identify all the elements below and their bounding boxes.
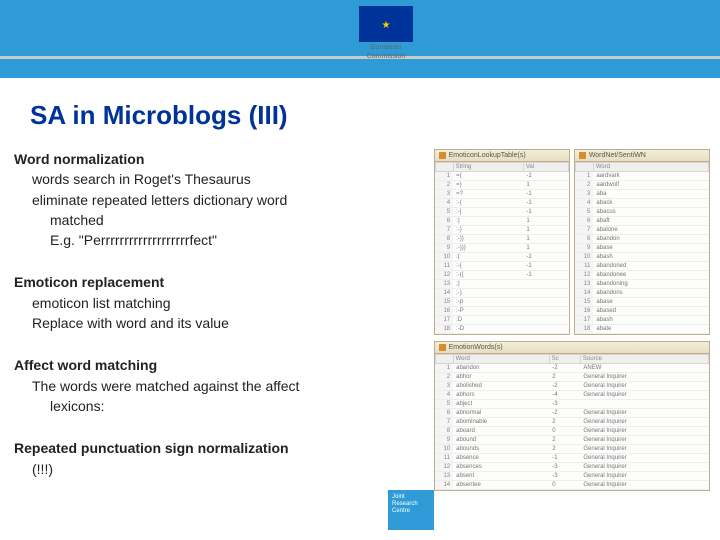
emotion-table: WordScSource1abandon-2ANEW2abhor2General…	[435, 354, 709, 490]
body-line: Replace with word and its value	[14, 313, 420, 333]
table-row: 11:-(-1	[435, 262, 568, 271]
panel-title-text: EmotionWords(s)	[449, 344, 503, 351]
table-row: 13abandoning	[575, 280, 708, 289]
org-name-line2: Commission	[346, 53, 426, 60]
table-row: 7:-)1	[435, 226, 568, 235]
table-row: 6abaft	[575, 217, 708, 226]
table-row: 8aboard0General Inquirer	[435, 427, 708, 436]
slide-title: SA in Microblogs (III)	[30, 100, 720, 131]
panel-title-text: EmoticonLookupTable(s)	[449, 152, 526, 159]
panel-title-emoticon: EmoticonLookupTable(s)	[435, 150, 569, 162]
table-row: 9:-)))1	[435, 244, 568, 253]
table-row: 4aback	[575, 199, 708, 208]
table-row: 11abandoned	[575, 262, 708, 271]
col-header: Word	[453, 355, 549, 364]
col-header: Word	[593, 163, 708, 172]
table-row: 15:-p	[435, 298, 568, 307]
table-row: 16:-P	[435, 307, 568, 316]
body-line: eliminate repeated letters dictionary wo…	[14, 190, 420, 210]
section-heading: Word normalization	[14, 149, 420, 169]
content-area: Word normalizationwords search in Roget'…	[0, 149, 720, 501]
table-row: 2=)1	[435, 181, 568, 190]
table-row: 10abounds2General Inquirer	[435, 445, 708, 454]
table-row: 5:-|-1	[435, 208, 568, 217]
table-row: 7abominable2General Inquirer	[435, 418, 708, 427]
emoticon-table: StringVal1=(-12=)13=?-14:-(-15:-|-16:)17…	[435, 162, 569, 334]
table-row: 3aba	[575, 190, 708, 199]
text-column: Word normalizationwords search in Roget'…	[14, 149, 420, 501]
body-line: words search in Roget's Thesaurus	[14, 169, 420, 189]
col-header: Val	[523, 163, 568, 172]
table-row: 14abandons	[575, 289, 708, 298]
col-header: Sc	[549, 355, 580, 364]
table-row: 3abolished-2General Inquirer	[435, 382, 708, 391]
table-row: 3=?-1	[435, 190, 568, 199]
table-row: 1=(-1	[435, 172, 568, 181]
emoticon-table-panel: EmoticonLookupTable(s) StringVal1=(-12=)…	[434, 149, 570, 335]
section-heading: Affect word matching	[14, 355, 420, 375]
table-row: 10:(-1	[435, 253, 568, 262]
table-row: 10abash	[575, 253, 708, 262]
table-row: 1aardvark	[575, 172, 708, 181]
body-line: emoticon list matching	[14, 293, 420, 313]
emotion-table-panel: EmotionWords(s) WordScSource1abandon-2AN…	[434, 341, 710, 491]
screenshots-column: EmoticonLookupTable(s) StringVal1=(-12=)…	[434, 149, 710, 501]
table-row: 8:-))1	[435, 235, 568, 244]
table-row: 13absent-3General Inquirer	[435, 472, 708, 481]
table-row: 2aardwolf	[575, 181, 708, 190]
col-header: String	[453, 163, 523, 172]
wordnet-table: Word1aardvark2aardwolf3aba4aback5abacus6…	[575, 162, 709, 334]
table-row: 14;-)	[435, 289, 568, 298]
eu-flag-icon: ⋆	[359, 6, 413, 42]
table-row: 16abased	[575, 307, 708, 316]
table-row: 12:-((-1	[435, 271, 568, 280]
table-row: 14absentee0General Inquirer	[435, 481, 708, 490]
org-name-line1: European	[346, 44, 426, 51]
table-row: 18abate	[575, 325, 708, 334]
body-line: matched	[14, 210, 420, 230]
section-heading: Repeated punctuation sign normalization	[14, 438, 420, 458]
jrc-badge: Joint Research Centre	[388, 490, 434, 530]
body-line: lexicons:	[14, 396, 420, 416]
table-row: 5abacus	[575, 208, 708, 217]
table-row: 8abandon	[575, 235, 708, 244]
col-header	[435, 163, 453, 172]
table-row: 4abhors-4General Inquirer	[435, 391, 708, 400]
table-row: 2abhor2General Inquirer	[435, 373, 708, 382]
panel-title-emotion: EmotionWords(s)	[435, 342, 709, 354]
table-row: 5abject-3	[435, 400, 708, 409]
table-row: 12absences-3General Inquirer	[435, 463, 708, 472]
section-heading: Emoticon replacement	[14, 272, 420, 292]
table-row: 12abandonee	[575, 271, 708, 280]
table-row: 9abase	[575, 244, 708, 253]
ec-logo: ⋆ European Commission	[346, 6, 426, 60]
col-header: Source	[580, 355, 708, 364]
panel-title-wordnet: WordNet/SentiWN	[575, 150, 709, 162]
body-line: The words were matched against the affec…	[14, 376, 420, 396]
table-row: 4:-(-1	[435, 199, 568, 208]
panel-icon	[439, 152, 446, 159]
table-row: 18:-D	[435, 325, 568, 334]
table-row: 15abase	[575, 298, 708, 307]
panel-icon	[579, 152, 586, 159]
body-line: (!!!)	[14, 459, 420, 479]
table-row: 13;)	[435, 280, 568, 289]
table-row: 17:D	[435, 316, 568, 325]
table-row: 9abound2General Inquirer	[435, 436, 708, 445]
wordnet-table-panel: WordNet/SentiWN Word1aardvark2aardwolf3a…	[574, 149, 710, 335]
panel-title-text: WordNet/SentiWN	[589, 152, 646, 159]
table-row: 6:)1	[435, 217, 568, 226]
header-banner: ⋆ European Commission	[0, 0, 720, 78]
table-row: 6abnormal-2General Inquirer	[435, 409, 708, 418]
table-row: 1abandon-2ANEW	[435, 364, 708, 373]
panel-icon	[439, 344, 446, 351]
table-row: 7abalone	[575, 226, 708, 235]
table-row: 17abash	[575, 316, 708, 325]
table-row: 11absence-1General Inquirer	[435, 454, 708, 463]
col-header	[575, 163, 593, 172]
col-header	[435, 355, 453, 364]
body-line: E.g. "Perrrrrrrrrrrrrrrrrrrfect"	[14, 230, 420, 250]
